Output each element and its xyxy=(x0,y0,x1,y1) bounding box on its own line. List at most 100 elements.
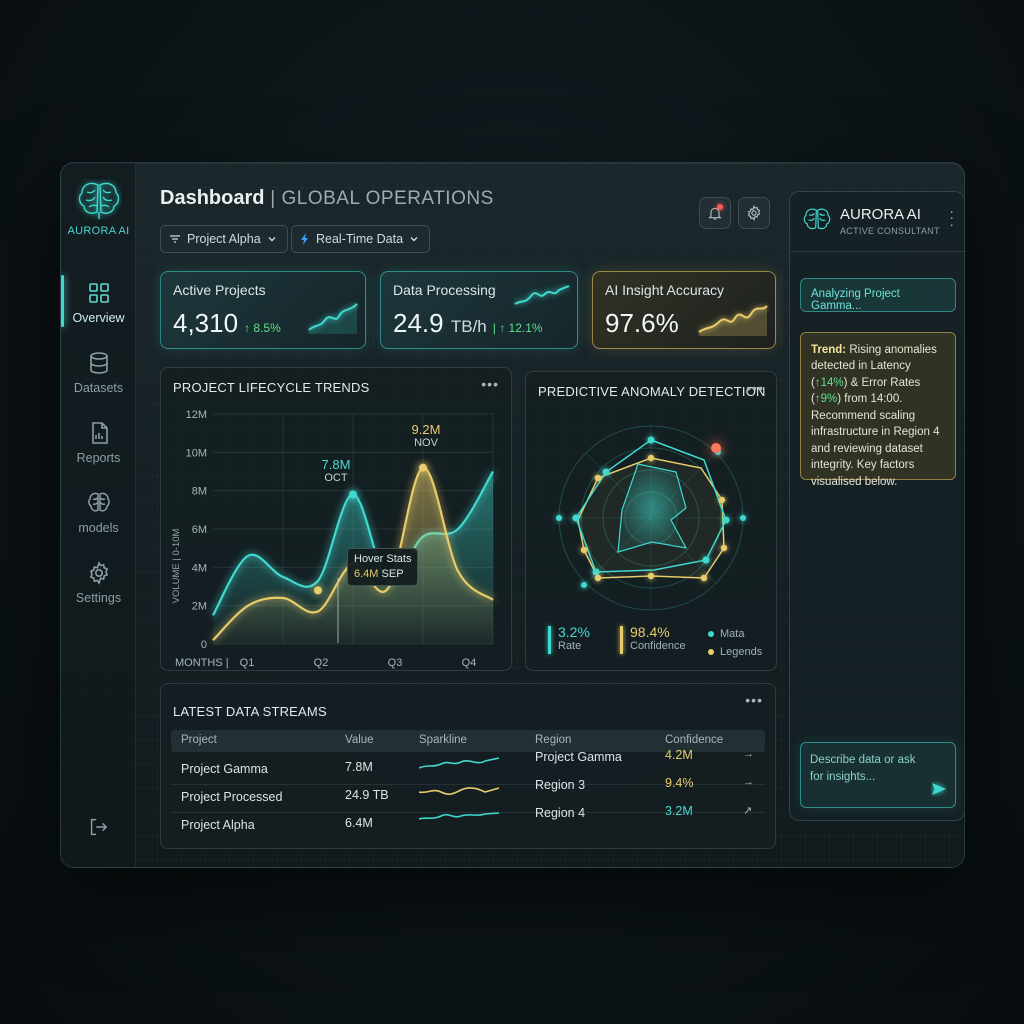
cell-value: 6.4M xyxy=(345,816,373,830)
kpi-sparkline xyxy=(514,285,570,305)
ai-chat-input[interactable]: Describe data or ask for insights... xyxy=(800,742,956,808)
project-filter-value: Project Alpha xyxy=(187,232,261,246)
settings-button[interactable] xyxy=(738,197,770,229)
kpi-ai-accuracy[interactable]: AI Insight Accuracy 97.6% xyxy=(592,271,776,349)
logout-button[interactable] xyxy=(87,816,109,843)
peak-nov-marker[interactable] xyxy=(419,463,427,472)
ai-consultant-panel: AURORA AI ACTIVE CONSULTANT · · · Analyzin… xyxy=(789,191,964,821)
tooltip-value: 6.4M xyxy=(354,567,379,580)
peak-nov-value: 9.2M xyxy=(411,422,441,437)
more-menu-icon[interactable]: ••• xyxy=(745,692,763,708)
send-icon[interactable] xyxy=(931,781,947,797)
data-mode-dropdown[interactable]: Real-Time Data xyxy=(291,225,431,253)
sidebar-item-label: Settings xyxy=(75,591,122,605)
row-arrow-icon[interactable]: → xyxy=(743,776,754,788)
grid-icon xyxy=(88,283,109,303)
legend-item-mata: Mata xyxy=(708,626,762,644)
row-arrow-icon[interactable]: → xyxy=(743,748,754,760)
report-icon xyxy=(91,422,108,444)
x-tick-label: Q3 xyxy=(388,657,403,669)
row-sparkline xyxy=(419,757,499,769)
chevron-down-icon xyxy=(410,237,418,242)
tooltip-month: SEP xyxy=(381,567,404,580)
kpi-delta: | ↑ 12.1% xyxy=(492,321,543,335)
x-tick-label: Q2 xyxy=(314,657,329,669)
legend-label: Legends xyxy=(720,645,763,658)
x-tick-label: Q1 xyxy=(240,657,255,669)
hover-marker[interactable] xyxy=(314,586,322,595)
gear-icon xyxy=(89,561,108,585)
brand: AURORA AI xyxy=(61,179,136,237)
cell-project: Project Processed xyxy=(181,790,283,804)
page-title: Dashboard | GLOBAL OPERATIONS xyxy=(160,187,494,210)
cell-value: 24.9 TB xyxy=(345,788,389,802)
col-sparkline: Sparkline xyxy=(419,734,467,746)
insight-label: Trend: xyxy=(811,344,847,356)
project-filter-dropdown[interactable]: Project Alpha xyxy=(160,225,288,253)
kpi-data-processing[interactable]: Data Processing 24.9 TB/h | ↑ 12.1% xyxy=(380,271,578,349)
sidebar-item-datasets[interactable]: Datasets xyxy=(61,351,136,395)
x-tick-label: Q4 xyxy=(462,657,477,669)
ai-header: AURORA AI ACTIVE CONSULTANT · · · xyxy=(790,192,964,252)
radar-legend: Mata Legends xyxy=(708,626,762,661)
chevron-down-icon xyxy=(268,237,276,242)
col-region: Region xyxy=(535,734,572,746)
row-sparkline xyxy=(419,812,499,820)
sidebar-item-reports[interactable]: Reports xyxy=(61,421,136,465)
col-value: Value xyxy=(345,734,374,746)
cell-region: Region 3 xyxy=(535,778,586,792)
notification-dot xyxy=(717,204,723,210)
kpi-active-projects[interactable]: Active Projects 4,310 ↑ 8.5% xyxy=(160,271,366,349)
hover-tooltip: Hover Stats 6.4M SEP xyxy=(347,548,419,586)
y-tick-label: 10M xyxy=(186,447,207,459)
insight-latency-delta: ↑14% xyxy=(814,376,844,389)
kpi-number: 24.9 xyxy=(393,308,444,338)
cell-confidence: 4.2M xyxy=(665,748,693,762)
cell-project: Project Alpha xyxy=(181,818,255,832)
sidebar-item-models[interactable]: models xyxy=(61,491,136,535)
legend-item-legends: Legends xyxy=(708,644,762,662)
insight-text: ) from 14:00. Recommend scaling infrastr… xyxy=(811,393,940,488)
kpi-value: 4,310 ↑ 8.5% xyxy=(173,308,281,339)
title-separator: | xyxy=(264,188,282,209)
page-title-main: Dashboard xyxy=(160,187,265,209)
confidence-value: 98.4% xyxy=(630,624,670,640)
sidebar-item-settings[interactable]: Settings xyxy=(61,561,136,605)
anomaly-panel: PREDICTIVE ANOMALY DETECTION ••• 3.2% Ra… xyxy=(525,371,777,671)
lifecycle-chart: VOLUME | 0-10M 12M 10M 8M 6M 4M 2M 0 Q1 Q2 Q3 Q4 M… xyxy=(171,409,494,669)
page-subtitle: GLOBAL OPERATIONS xyxy=(281,188,494,209)
sidebar-item-overview[interactable]: Overview xyxy=(61,275,136,327)
peak-oct-month: OCT xyxy=(324,472,348,485)
kpi-value: 97.6% xyxy=(605,308,679,339)
kpi-number: 97.6% xyxy=(605,308,679,338)
anomaly-alert-dot[interactable] xyxy=(711,443,721,453)
peak-oct-marker[interactable] xyxy=(349,490,357,499)
peak-nov-label: 9.2M NOV xyxy=(401,422,451,450)
data-mode-value: Real-Time Data xyxy=(316,232,404,246)
sidebar-item-label: Datasets xyxy=(73,381,124,395)
rate-label: Rate xyxy=(558,640,582,652)
y-tick-label: 6M xyxy=(192,524,207,536)
kpi-value: 24.9 TB/h | ↑ 12.1% xyxy=(393,308,543,339)
peak-oct-value: 7.8M xyxy=(321,457,351,472)
data-streams-panel: LATEST DATA STREAMS ••• Project Value Sp… xyxy=(160,683,776,849)
cell-value: 7.8M xyxy=(345,760,373,774)
kebab-menu-icon[interactable]: · · · xyxy=(949,204,954,231)
y-tick-label: 0 xyxy=(201,639,207,651)
brand-name: AURORA AI xyxy=(67,225,130,237)
col-project: Project xyxy=(181,734,217,746)
row-arrow-icon[interactable]: ↗ xyxy=(743,804,752,817)
cell-confidence: 3.2M xyxy=(665,804,693,818)
notifications-button[interactable] xyxy=(699,197,731,229)
more-menu-icon[interactable]: ••• xyxy=(746,380,764,396)
peak-nov-month: NOV xyxy=(414,437,438,450)
input-placeholder: Describe data or ask for insights... xyxy=(810,754,916,783)
confidence-stat: 98.4% Confidence xyxy=(620,624,686,654)
confidence-label: Confidence xyxy=(630,640,686,652)
kpi-sparkline xyxy=(308,303,358,334)
y-axis-label: VOLUME | 0-10M xyxy=(171,529,182,604)
peak-oct-label: 7.8M OCT xyxy=(311,457,361,485)
ai-status-message: Analyzing Project Gamma... xyxy=(800,278,956,312)
legend-label: Mata xyxy=(720,628,745,640)
y-tick-label: 12M xyxy=(186,409,207,421)
